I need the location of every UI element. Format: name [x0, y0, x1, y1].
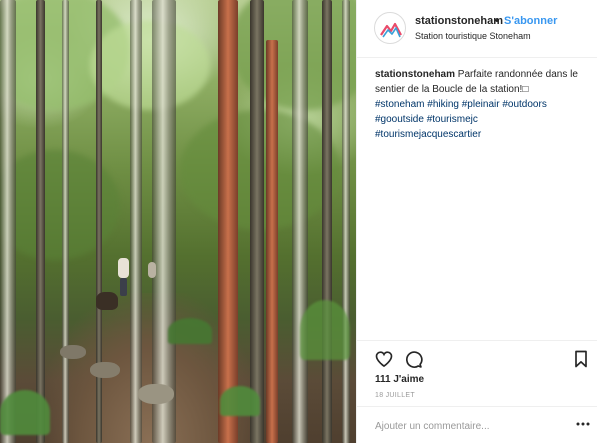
- tree-trunk: [62, 0, 69, 443]
- post-header: stationstoneham • S'abonner Station tour…: [357, 0, 597, 58]
- hashtag-line-1: #stoneham #hiking #pleinair #outdoors: [375, 97, 597, 112]
- hashtag-link[interactable]: #outdoors: [502, 99, 546, 110]
- rock: [60, 345, 86, 359]
- profile-avatar[interactable]: [374, 12, 406, 44]
- hiker: [148, 262, 156, 278]
- rock: [138, 384, 174, 404]
- hiker: [118, 258, 129, 278]
- foliage: [90, 20, 210, 110]
- fern: [168, 318, 212, 344]
- fern: [300, 300, 350, 360]
- caption-username-link[interactable]: stationstoneham: [375, 69, 455, 80]
- comment-bubble-icon[interactable]: [403, 349, 423, 369]
- tree-trunk: [342, 0, 350, 443]
- bookmark-outline-icon[interactable]: [571, 349, 591, 369]
- hashtag-link[interactable]: #tourismejacquescartier: [375, 129, 481, 140]
- emoji-glyph: □: [522, 84, 529, 95]
- likes-count[interactable]: 111 J'aime: [375, 374, 424, 385]
- tree-trunk: [152, 0, 176, 443]
- tree-trunk: [250, 0, 264, 443]
- dog: [96, 292, 118, 310]
- mountain-logo-icon: [380, 22, 402, 38]
- hiker-legs: [120, 278, 127, 296]
- foliage: [0, 150, 120, 260]
- tree-trunk: [0, 0, 16, 443]
- post-photo[interactable]: [0, 0, 356, 443]
- hashtag-link[interactable]: #tourismejc: [427, 114, 478, 125]
- location-link[interactable]: Station touristique Stoneham: [415, 31, 531, 41]
- separator-dot: •: [495, 15, 499, 27]
- hashtag-link[interactable]: #pleinair: [462, 99, 500, 110]
- fern: [220, 386, 260, 416]
- post-date: 18 juillet: [375, 392, 415, 399]
- fern: [0, 390, 50, 435]
- tree-trunk: [218, 0, 238, 443]
- more-options-icon[interactable]: [575, 416, 591, 432]
- tree-trunk: [130, 0, 142, 443]
- comment-input[interactable]: [375, 417, 555, 435]
- rock: [90, 362, 120, 378]
- action-bar: [357, 340, 597, 374]
- heart-outline-icon[interactable]: [374, 349, 394, 369]
- tree-trunk: [322, 0, 332, 443]
- follow-button[interactable]: S'abonner: [504, 15, 557, 27]
- post-caption: stationstoneham Parfaite randonnée dans …: [375, 67, 597, 142]
- comment-bar: [357, 406, 597, 443]
- tree-trunk: [36, 0, 45, 443]
- post-sidebar: stationstoneham • S'abonner Station tour…: [356, 0, 606, 443]
- tree-trunk: [266, 40, 278, 443]
- hashtag-link[interactable]: #gooutside: [375, 114, 424, 125]
- tree-trunk: [292, 0, 308, 443]
- hashtag-link[interactable]: #hiking: [427, 99, 459, 110]
- hashtag-line-2: #gooutside #tourismejc: [375, 112, 597, 127]
- hashtag-link[interactable]: #stoneham: [375, 99, 424, 110]
- hashtag-line-3: #tourismejacquescartier: [375, 127, 597, 142]
- profile-username-link[interactable]: stationstoneham: [415, 15, 503, 27]
